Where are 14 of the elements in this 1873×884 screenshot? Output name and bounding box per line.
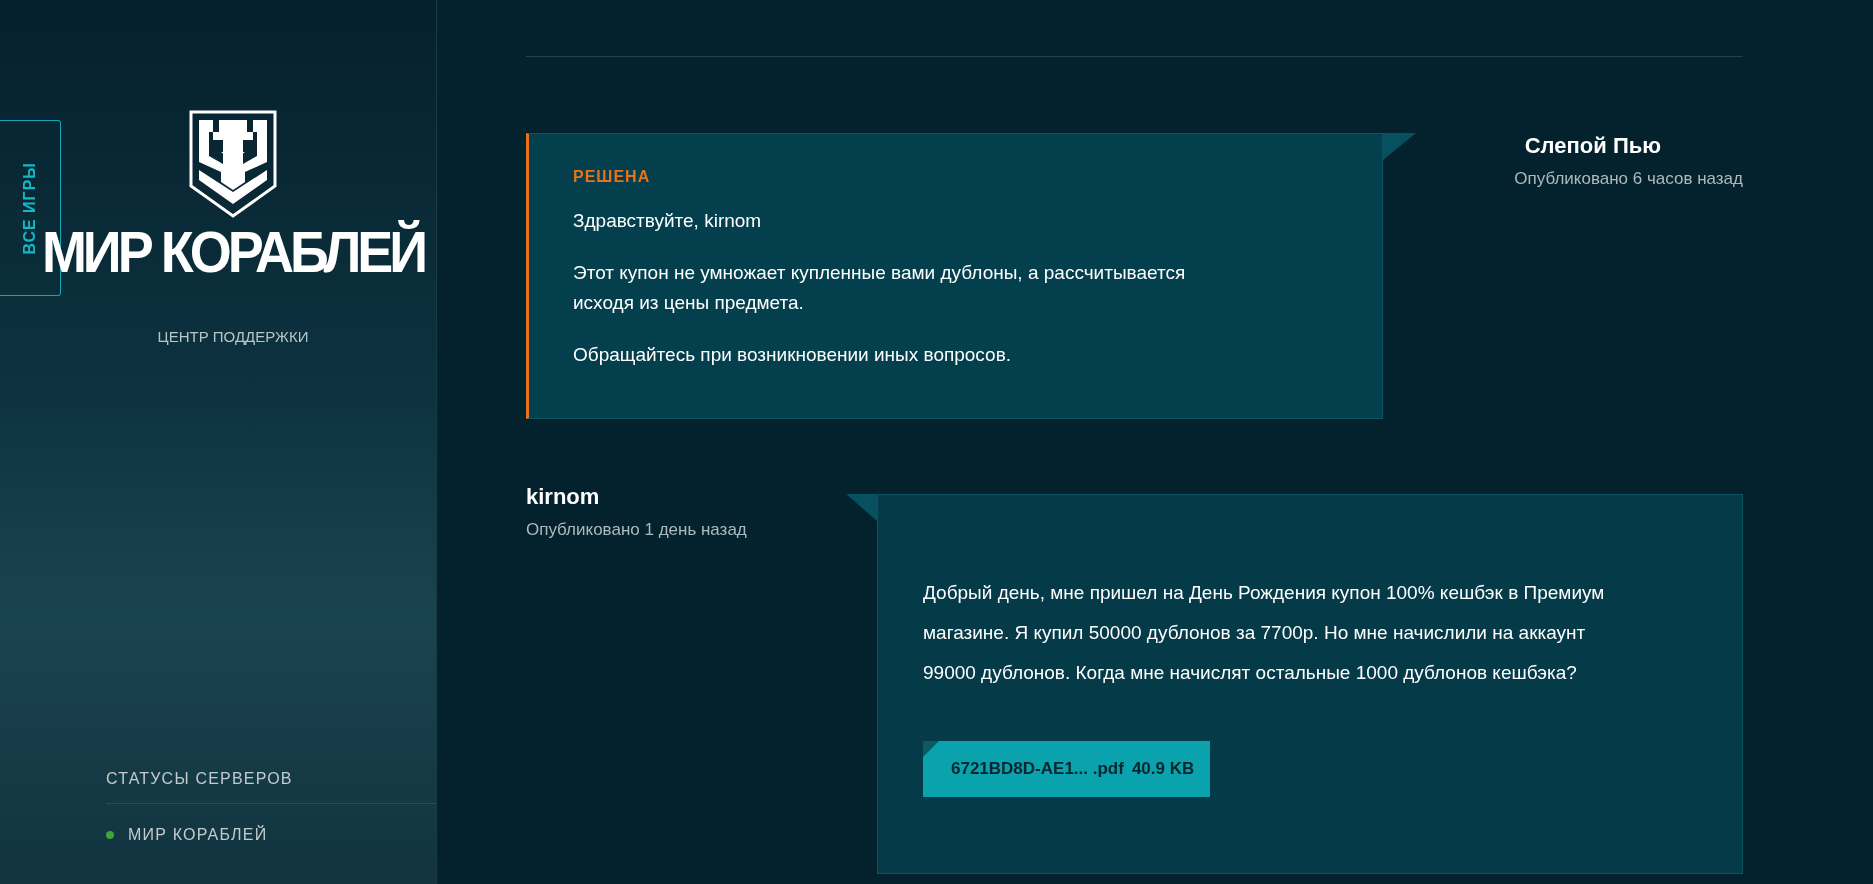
post-date: Опубликовано 6 часов назад [1514, 169, 1743, 189]
author-name: Слепой Пью [1524, 133, 1661, 159]
author-name: kirnom [526, 484, 601, 510]
shield-logo-icon [189, 110, 277, 218]
message-text: Добрый день, мне пришел на День Рождения купон 100% кешбэк в Премиум магазине. Я купил 50000 дублонов за 7700р. Но мне начислили на аккаунт 99000 дублонов. Когда мне начислят остальные 1000 дублонов кешбэка? [923, 581, 1606, 685]
message-text: Здравствуйте, kirnom [573, 209, 763, 233]
server-status-link[interactable]: СТАТУСЫ СЕРВЕРОВ [106, 770, 436, 804]
server-link[interactable]: МИР КОРАБЛЕЙ [128, 826, 268, 844]
post-date: Опубликовано 1 день назад [526, 520, 748, 540]
attachment-button[interactable]: 6721BD8D-AE1... .pdf 40.9 KB [923, 741, 1211, 797]
support-center-label: ЦЕНТР ПОДДЕРЖКИ [157, 328, 309, 345]
message-text: Этот купон не умножает купленные вами дублоны, а рассчитывается исходя из цены предмета. [573, 261, 1187, 315]
message-text: Обращайтесь при возникновении иных вопросов. [573, 343, 1013, 367]
status-label: РЕШЕНА [573, 168, 652, 186]
